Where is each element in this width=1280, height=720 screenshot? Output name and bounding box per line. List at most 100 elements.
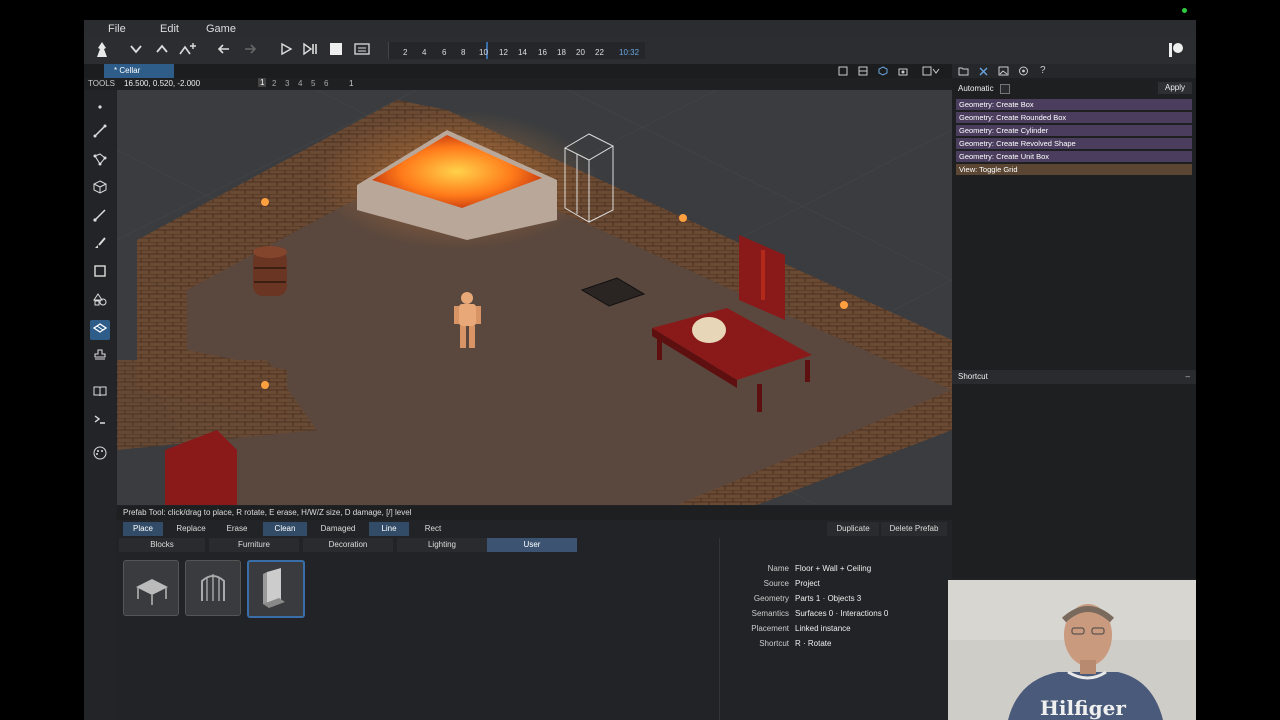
main-toolbar: 2 4 6 8 10 12 14 16 18 20 22 10:32 <box>84 38 1196 64</box>
prop-name-value: Floor + Wall + Ceiling <box>795 564 872 573</box>
draw-line-button[interactable]: Line <box>369 522 409 536</box>
rectangle-tool-icon[interactable] <box>90 264 110 284</box>
category-lighting-tab[interactable]: Lighting <box>397 538 487 552</box>
timeline-tick: 2 <box>403 48 408 57</box>
shortcut-item[interactable]: Geometry: Create Box <box>956 99 1192 110</box>
segment-tool-icon[interactable] <box>90 208 110 228</box>
chevron-down-icon[interactable] <box>126 41 146 61</box>
apply-button[interactable]: Apply <box>1158 82 1192 94</box>
active-level-indicator: 1 <box>349 79 354 88</box>
condition-damaged-button[interactable]: Damaged <box>313 522 363 536</box>
prop-source-value: Project <box>795 579 820 588</box>
prefab-thumb-floor-wall-ceiling[interactable] <box>247 560 305 618</box>
menu-file[interactable]: File <box>108 23 126 35</box>
stamp-tool-icon[interactable] <box>90 348 110 368</box>
right-panel: ? Automatic Apply Geometry: Create Box G… <box>952 64 1196 578</box>
prop-shortcut-label: Shortcut <box>759 639 789 648</box>
level-button-1[interactable]: 1 <box>258 78 267 87</box>
stop-icon[interactable] <box>326 41 346 61</box>
shortcut-header-label: Shortcut <box>958 372 988 381</box>
category-user-tab[interactable]: User <box>487 538 577 552</box>
shortcut-item[interactable]: Geometry: Create Revolved Shape <box>956 138 1192 149</box>
add-level-icon[interactable] <box>178 41 198 61</box>
cursor-coordinates: 16.500, 0.520, -2.000 <box>124 79 201 88</box>
category-blocks-tab[interactable]: Blocks <box>119 538 205 552</box>
tools-sidebar <box>84 90 116 720</box>
3d-viewport[interactable] <box>117 90 952 505</box>
timeline-tick: 22 <box>595 48 604 57</box>
shapes-tool-icon[interactable] <box>90 292 110 312</box>
collapse-icon[interactable]: – <box>1186 370 1190 384</box>
prefab-thumb-gate[interactable] <box>185 560 241 616</box>
redo-icon[interactable] <box>240 41 260 61</box>
level-button-6[interactable]: 6 <box>324 79 328 88</box>
brush-tool-icon[interactable] <box>90 236 110 256</box>
timeline[interactable]: 2 4 6 8 10 12 14 16 18 20 22 10:32 <box>388 42 645 59</box>
timeline-tick: 8 <box>461 48 466 57</box>
camera-icon[interactable] <box>898 66 908 76</box>
level-button-2[interactable]: 2 <box>272 79 276 88</box>
settings-icon[interactable] <box>1018 66 1029 76</box>
automatic-label: Automatic <box>958 84 994 93</box>
prefab-tool-icon[interactable] <box>90 320 110 340</box>
palette-icon[interactable] <box>90 446 110 466</box>
step-icon[interactable] <box>300 41 320 61</box>
graph-tool-icon[interactable] <box>90 152 110 172</box>
mode-replace-button[interactable]: Replace <box>169 522 213 536</box>
help-icon[interactable]: ? <box>1040 65 1046 76</box>
condition-clean-button[interactable]: Clean <box>263 522 307 536</box>
delete-prefab-button[interactable]: Delete Prefab <box>881 522 947 536</box>
mode-erase-button[interactable]: Erase <box>217 522 257 536</box>
shortcut-item[interactable]: View: Toggle Grid <box>956 164 1192 175</box>
menu-bar: File Edit Game <box>84 20 1196 38</box>
undo-icon[interactable] <box>214 41 234 61</box>
patreon-icon[interactable] <box>1166 41 1186 61</box>
console-toggle-icon[interactable] <box>352 41 372 61</box>
cube-tool-icon[interactable] <box>90 180 110 200</box>
select-point-icon[interactable] <box>90 96 110 116</box>
timeline-tick: 16 <box>538 48 547 57</box>
level-button-3[interactable]: 3 <box>285 79 289 88</box>
tools-icon[interactable] <box>978 66 989 76</box>
webcam-overlay: Hilfiger <box>948 580 1196 720</box>
prop-geometry-value: Parts 1 · Objects 3 <box>795 594 862 603</box>
timeline-time: 10:32 <box>619 48 640 57</box>
folder-icon[interactable] <box>958 66 969 76</box>
shortcut-item[interactable]: Geometry: Create Cylinder <box>956 125 1192 136</box>
shortcut-item[interactable]: Geometry: Create Unit Box <box>956 151 1192 162</box>
chevron-up-icon[interactable] <box>152 41 172 61</box>
app-logo-icon <box>92 41 112 61</box>
menu-game[interactable]: Game <box>206 23 236 35</box>
prop-semantics-value: Surfaces 0 · Interactions 0 <box>795 609 889 618</box>
category-furniture-tab[interactable]: Furniture <box>209 538 299 552</box>
prop-name-label: Name <box>767 564 789 573</box>
category-decoration-tab[interactable]: Decoration <box>303 538 393 552</box>
image-icon[interactable] <box>998 66 1009 76</box>
shortcut-item[interactable]: Geometry: Create Rounded Box <box>956 112 1192 123</box>
view-split-icon[interactable] <box>858 66 868 76</box>
menu-edit[interactable]: Edit <box>160 23 179 35</box>
recording-indicator-icon <box>1182 8 1187 13</box>
mode-place-button[interactable]: Place <box>123 522 163 536</box>
duplicate-button[interactable]: Duplicate <box>827 522 879 536</box>
prop-shortcut-value: R · Rotate <box>795 639 832 648</box>
book-icon[interactable] <box>90 384 110 404</box>
view-2d-icon[interactable] <box>838 66 848 76</box>
draw-rect-button[interactable]: Rect <box>413 522 453 536</box>
level-button-4[interactable]: 4 <box>298 79 302 88</box>
terminal-icon[interactable] <box>90 412 110 432</box>
render-options-icon[interactable] <box>922 66 940 76</box>
timeline-tick: 6 <box>442 48 447 57</box>
right-panel-toolbar: ? <box>952 64 1196 78</box>
prefab-thumb-table[interactable] <box>123 560 179 616</box>
prop-placement-value: Linked instance <box>795 624 851 633</box>
barrel <box>253 246 287 296</box>
view-3d-icon[interactable] <box>878 66 888 76</box>
play-icon[interactable] <box>276 41 296 61</box>
shortcut-panel-header: Shortcut – <box>952 370 1196 384</box>
line-tool-icon[interactable] <box>90 124 110 144</box>
prop-semantics-label: Semantics <box>751 609 789 618</box>
automatic-checkbox[interactable] <box>1000 84 1010 94</box>
document-tab[interactable]: * Cellar <box>104 64 174 78</box>
level-button-5[interactable]: 5 <box>311 79 315 88</box>
